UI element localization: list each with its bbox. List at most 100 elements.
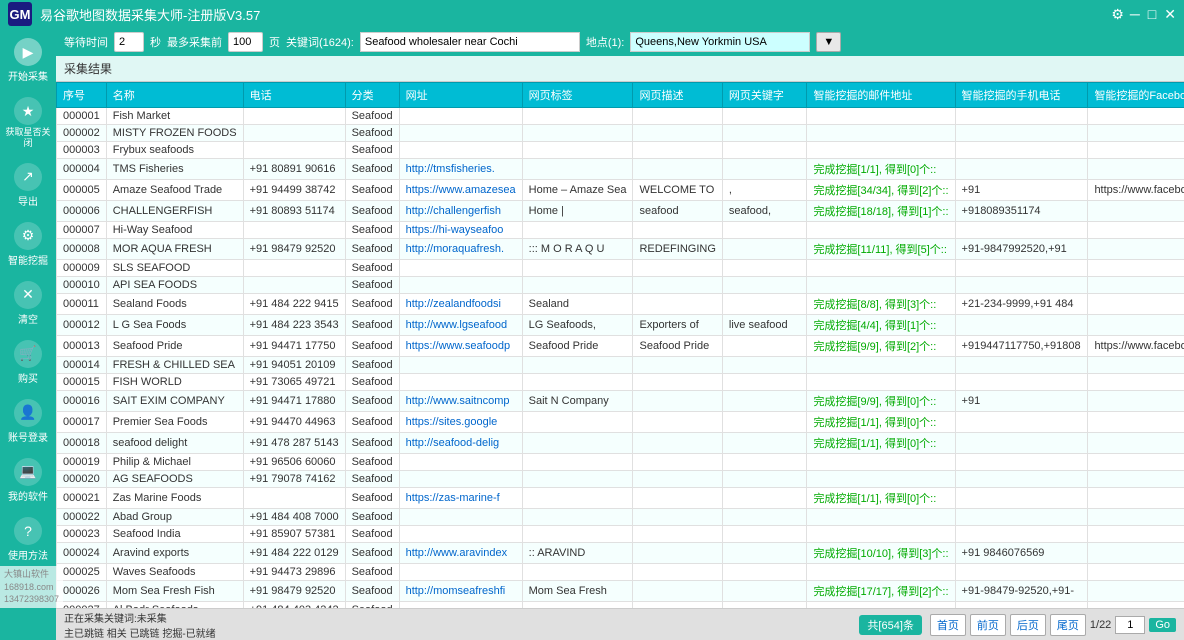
table-row[interactable]: 000006CHALLENGERFISH+91 80893 51174Seafo… <box>57 201 1184 222</box>
table-cell: Philip & Michael <box>106 454 243 471</box>
table-cell: 000022 <box>57 509 107 526</box>
table-row[interactable]: 000024Aravind exports+91 484 222 0129Sea… <box>57 543 1184 564</box>
table-cell: seafood, <box>722 201 807 222</box>
table-cell <box>399 471 522 488</box>
sidebar-item-buy[interactable]: 🛒 购买 <box>3 334 53 391</box>
title-bar: GM 易谷歌地图数据采集大师-注册版V3.57 ⚙ ─ □ ✕ <box>0 0 1184 28</box>
table-cell: 000001 <box>57 108 107 125</box>
table-cell <box>399 260 522 277</box>
keyword-input[interactable] <box>360 32 580 52</box>
table-row[interactable]: 000013Seafood Pride+91 94471 17750Seafoo… <box>57 336 1184 357</box>
col-mobile: 智能挖掘的手机电话 <box>955 83 1088 108</box>
table-row[interactable]: 000004TMS Fisheries+91 80891 90616Seafoo… <box>57 159 1184 180</box>
last-page-btn[interactable]: 尾页 <box>1050 614 1086 636</box>
table-row[interactable]: 000018seafood delight+91 478 287 5143Sea… <box>57 433 1184 454</box>
table-row[interactable]: 000021Zas Marine FoodsSeafoodhttps://zas… <box>57 488 1184 509</box>
table-cell: +91 98479 92520 <box>243 239 345 260</box>
table-row[interactable]: 000005Amaze Seafood Trade+91 94499 38742… <box>57 180 1184 201</box>
table-cell <box>955 454 1088 471</box>
sidebar-item-help[interactable]: ? 使用方法 <box>3 511 53 568</box>
table-container[interactable]: 序号 名称 电话 分类 网址 网页标签 网页描述 网页关键字 智能挖掘的邮件地址… <box>56 82 1184 608</box>
table-row[interactable]: 000012L G Sea Foods+91 484 223 3543Seafo… <box>57 315 1184 336</box>
prev-page-btn[interactable]: 前页 <box>970 614 1006 636</box>
settings-icon[interactable]: ⚙ <box>1111 6 1124 23</box>
table-row[interactable]: 000020AG SEAFOODS+91 79078 74162Seafood <box>57 471 1184 488</box>
table-cell <box>522 159 633 180</box>
table-cell: TMS Fisheries <box>106 159 243 180</box>
table-cell <box>722 564 807 581</box>
table-row[interactable]: 000023Seafood India+91 85907 57381Seafoo… <box>57 526 1184 543</box>
table-cell <box>955 277 1088 294</box>
col-url: 网址 <box>399 83 522 108</box>
table-cell <box>807 125 955 142</box>
drop-btn[interactable]: ▼ <box>816 32 841 52</box>
sidebar-item-my-software[interactable]: 💻 我的软件 <box>3 452 53 509</box>
table-row[interactable]: 000009SLS SEAFOODSeafood <box>57 260 1184 277</box>
time-unit-label: 秒 <box>150 34 161 50</box>
table-row[interactable]: 000011Sealand Foods+91 484 222 9415Seafo… <box>57 294 1184 315</box>
table-cell: +91 85907 57381 <box>243 526 345 543</box>
table-cell <box>722 125 807 142</box>
sidebar-item-label: 我的软件 <box>8 488 48 503</box>
next-page-btn[interactable]: 后页 <box>1010 614 1046 636</box>
table-cell <box>633 509 722 526</box>
table-cell: 完成挖掘[1/1], 得到[0]个:: <box>807 159 955 180</box>
sidebar-item-export[interactable]: ↗ 导出 <box>3 157 53 214</box>
maximize-icon[interactable]: □ <box>1148 6 1156 23</box>
table-cell <box>807 564 955 581</box>
table-row[interactable]: 000017Premier Sea Foods+91 94470 44963Se… <box>57 412 1184 433</box>
table-cell: Seafood <box>345 374 399 391</box>
table-cell: +91 94471 17750 <box>243 336 345 357</box>
table-row[interactable]: 000019Philip & Michael+91 96506 60060Sea… <box>57 454 1184 471</box>
table-cell: ::: M O R A Q U <box>522 239 633 260</box>
first-page-btn[interactable]: 首页 <box>930 614 966 636</box>
table-cell: +91 478 287 5143 <box>243 433 345 454</box>
location-input[interactable] <box>630 32 810 52</box>
table-cell <box>807 374 955 391</box>
table-row[interactable]: 000002MISTY FROZEN FOODSSeafood <box>57 125 1184 142</box>
table-cell: 完成挖掘[8/8], 得到[3]个:: <box>807 294 955 315</box>
table-cell: Seafood <box>345 315 399 336</box>
table-cell: +91 73065 49721 <box>243 374 345 391</box>
minimize-icon[interactable]: ─ <box>1130 6 1140 23</box>
table-row[interactable]: 000010API SEA FOODSSeafood <box>57 277 1184 294</box>
table-cell <box>807 357 955 374</box>
table-row[interactable]: 000026Mom Sea Fresh Fish+91 98479 92520S… <box>57 581 1184 602</box>
table-cell: API SEA FOODS <box>106 277 243 294</box>
table-cell: Seafood <box>345 433 399 454</box>
table-cell <box>243 488 345 509</box>
login-icon: 👤 <box>14 399 42 427</box>
table-cell <box>522 222 633 239</box>
window-controls[interactable]: ─ □ ✕ <box>1130 6 1176 23</box>
sidebar-item-smart-dig[interactable]: ⚙ 智能挖掘 <box>3 216 53 273</box>
sidebar-item-login[interactable]: 👤 账号登录 <box>3 393 53 450</box>
table-row[interactable]: 000003Frybux seafoodsSeafood <box>57 142 1184 159</box>
table-cell: CHALLENGERFISH <box>106 201 243 222</box>
table-cell <box>633 454 722 471</box>
sidebar-item-start[interactable]: ▶ 开始采集 <box>3 32 53 89</box>
table-row[interactable]: 000014FRESH & CHILLED SEA+91 94051 20109… <box>57 357 1184 374</box>
table-cell: Abad Group <box>106 509 243 526</box>
table-row[interactable]: 000008MOR AQUA FRESH+91 98479 92520Seafo… <box>57 239 1184 260</box>
sidebar: ▶ 开始采集 ★ 获取星否关闭 ↗ 导出 ⚙ 智能挖掘 ✕ 清空 🛒 购买 👤 … <box>0 28 56 640</box>
table-cell <box>722 374 807 391</box>
sidebar-item-star[interactable]: ★ 获取星否关闭 <box>3 91 53 155</box>
table-cell: Zas Marine Foods <box>106 488 243 509</box>
table-row[interactable]: 000001Fish MarketSeafood <box>57 108 1184 125</box>
table-row[interactable]: 000007Hi-Way SeafoodSeafoodhttps://hi-wa… <box>57 222 1184 239</box>
go-input[interactable] <box>1115 616 1145 634</box>
go-button[interactable]: Go <box>1149 618 1176 632</box>
table-row[interactable]: 000015FISH WORLD+91 73065 49721Seafood <box>57 374 1184 391</box>
sidebar-item-clear[interactable]: ✕ 清空 <box>3 275 53 332</box>
table-row[interactable]: 000022Abad Group+91 484 408 7000Seafood <box>57 509 1184 526</box>
close-icon[interactable]: ✕ <box>1164 6 1176 23</box>
table-row[interactable]: 000025Waves Seafoods+91 94473 29896Seafo… <box>57 564 1184 581</box>
table-cell <box>633 222 722 239</box>
table-row[interactable]: 000016SAIT EXIM COMPANY+91 94471 17880Se… <box>57 391 1184 412</box>
table-cell <box>633 277 722 294</box>
max-input[interactable] <box>228 32 263 52</box>
keyword-label: 关键词(1624): <box>286 34 354 50</box>
time-input[interactable] <box>114 32 144 52</box>
table-cell <box>633 159 722 180</box>
table-cell <box>1088 222 1184 239</box>
